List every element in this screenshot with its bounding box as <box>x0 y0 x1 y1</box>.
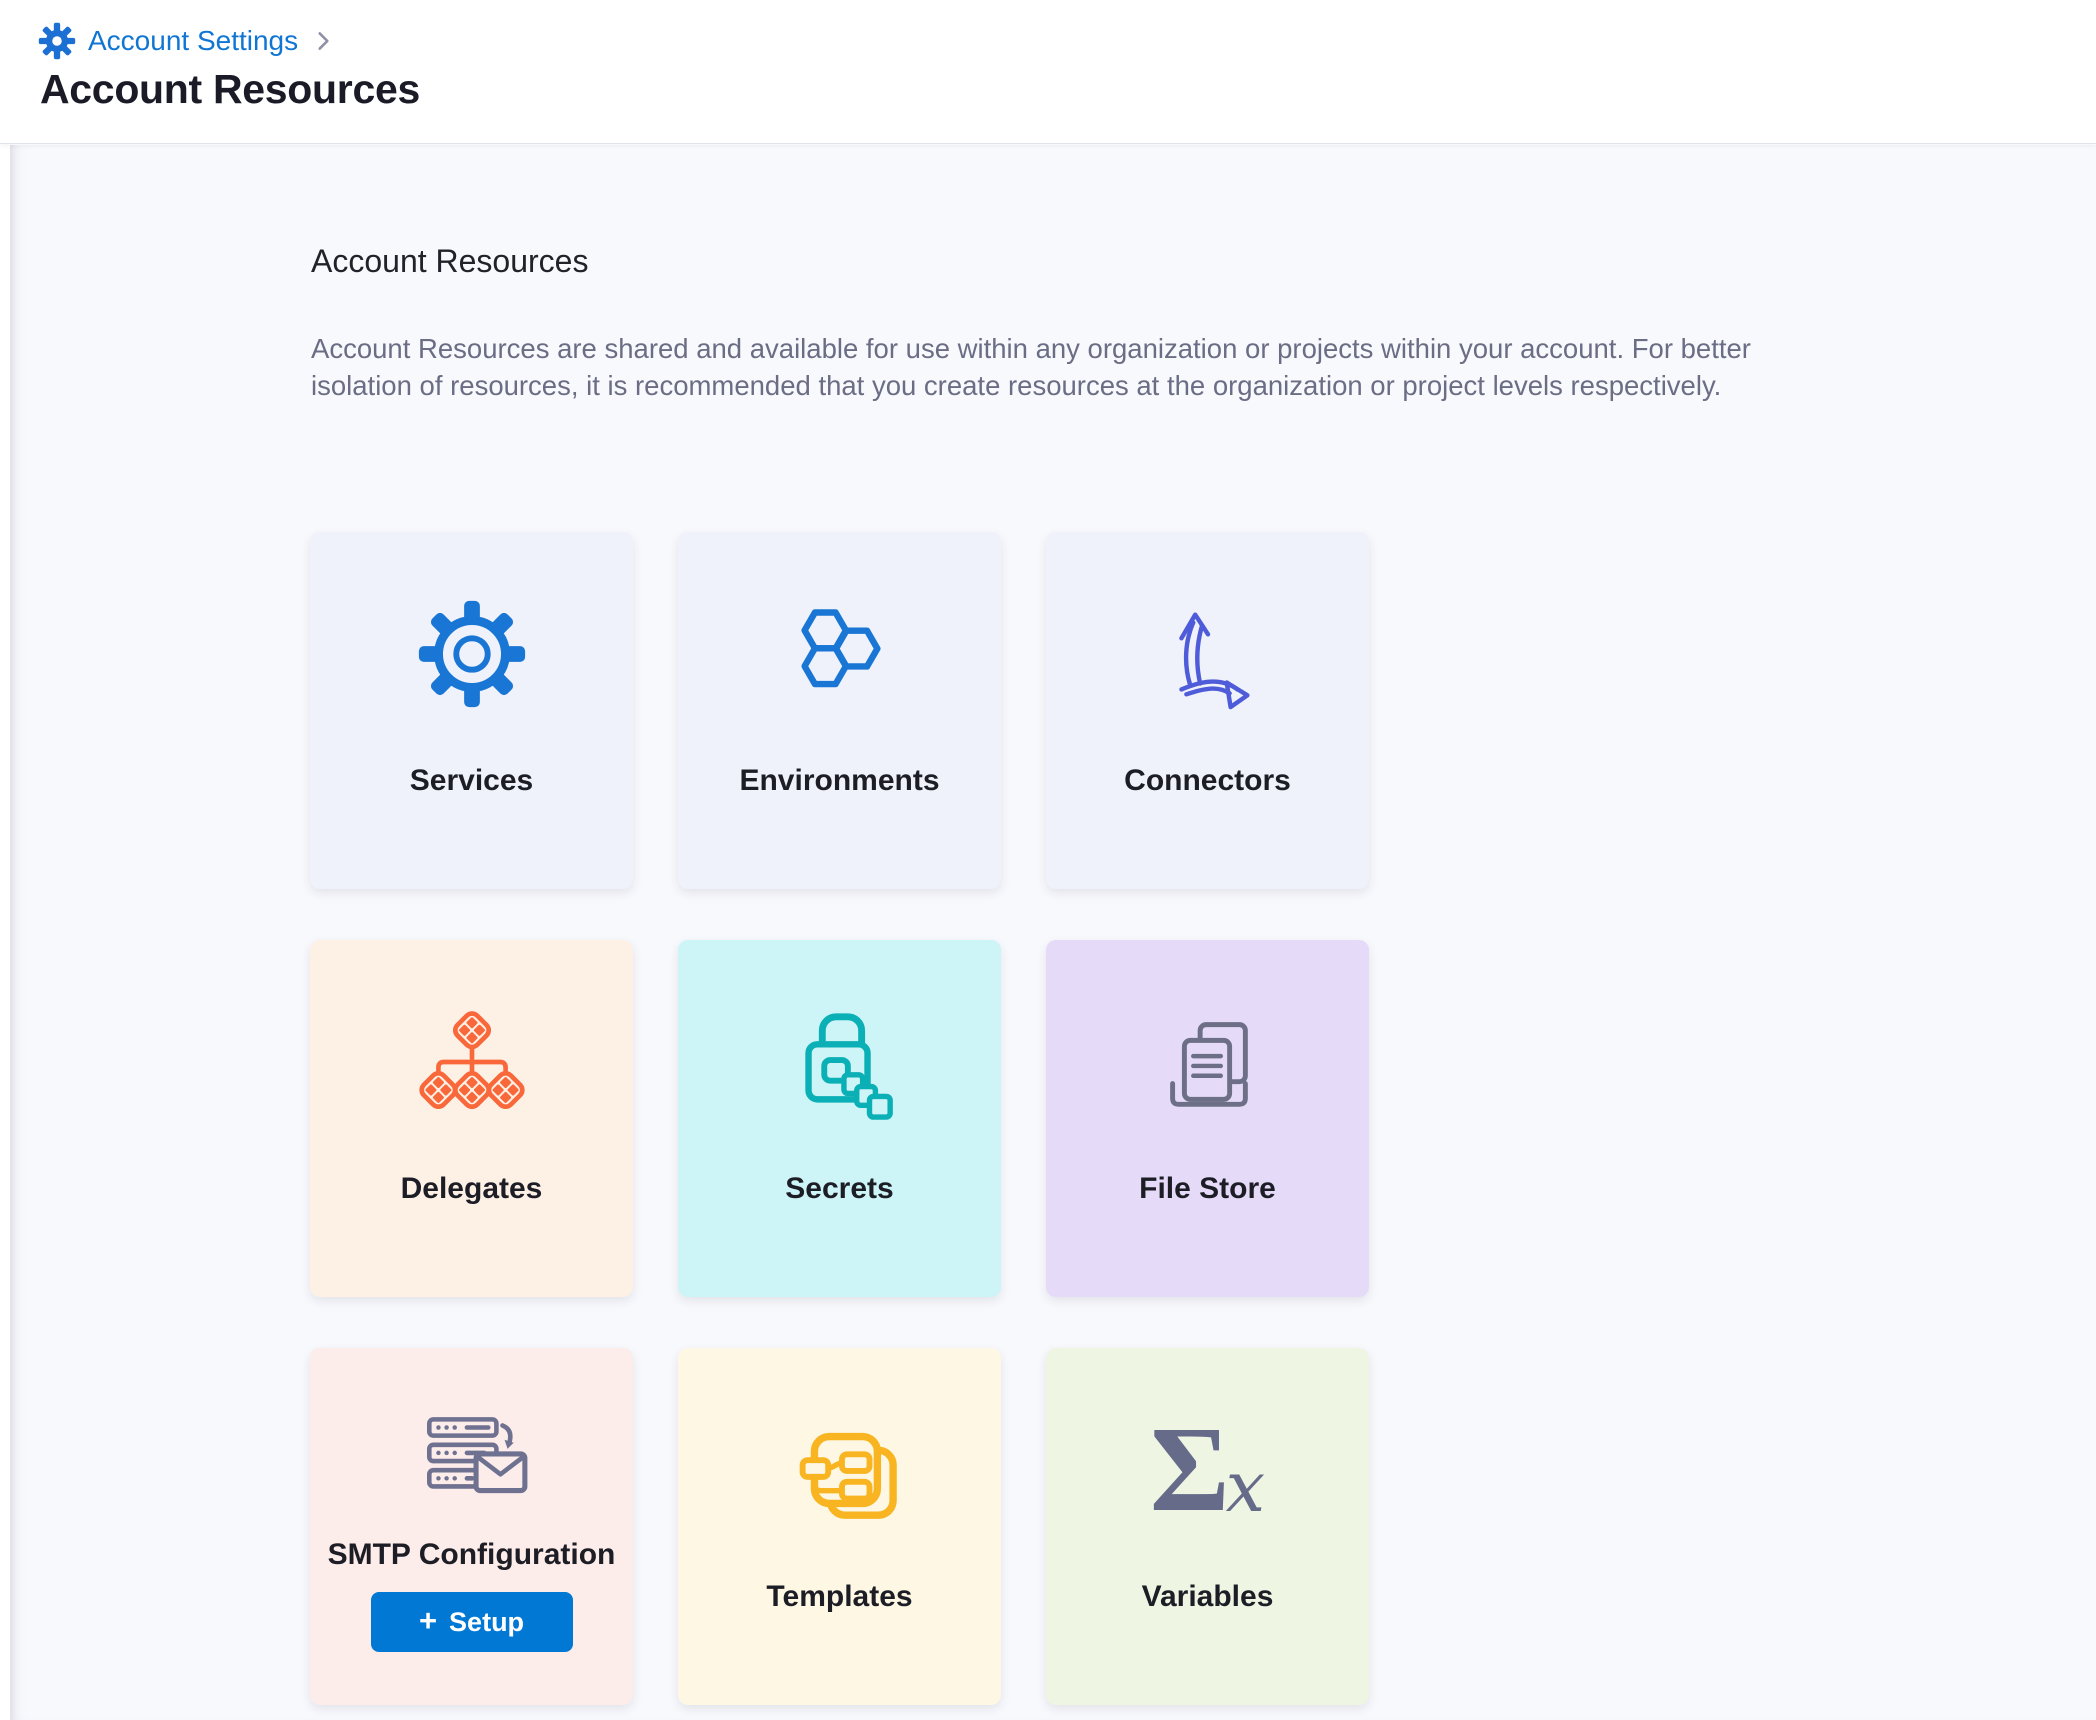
card-smtp-configuration[interactable]: SMTP Configuration + Setup <box>310 1348 633 1705</box>
page-header: Account Settings Account Resources <box>0 0 2096 144</box>
card-label: SMTP Configuration <box>328 1538 616 1572</box>
connectors-arrows-icon <box>1149 592 1267 716</box>
card-label: Services <box>410 764 533 798</box>
sigma-glyph: Σ <box>1150 1418 1230 1522</box>
card-label: Variables <box>1142 1580 1274 1614</box>
x-glyph: x <box>1226 1452 1265 1522</box>
breadcrumb: Account Settings <box>38 22 336 60</box>
card-label: Secrets <box>785 1172 893 1206</box>
section-heading: Account Resources <box>311 243 588 280</box>
card-label: Environments <box>739 764 939 798</box>
account-resources-page: Account Settings Account Resources Accou… <box>0 0 2096 1720</box>
main-content: Account Resources Account Resources are … <box>10 145 2096 1720</box>
card-secrets[interactable]: Secrets <box>678 940 1001 1297</box>
delegates-tree-icon <box>416 1000 528 1124</box>
account-settings-link[interactable]: Account Settings <box>88 25 298 57</box>
resources-grid: Services Environments <box>310 532 1369 1705</box>
templates-stack-icon <box>781 1408 899 1532</box>
card-templates[interactable]: Templates <box>678 1348 1001 1705</box>
setup-button[interactable]: + Setup <box>371 1592 573 1652</box>
file-store-documents-icon <box>1149 1000 1267 1124</box>
card-label: File Store <box>1139 1172 1276 1206</box>
card-label: Delegates <box>401 1172 543 1206</box>
card-label: Templates <box>766 1580 912 1614</box>
variables-sigma-icon: Σ x <box>1150 1408 1265 1532</box>
settings-gear-icon <box>38 22 76 60</box>
secrets-lock-icon <box>781 1000 899 1124</box>
environments-hexagons-icon <box>781 592 899 716</box>
card-connectors[interactable]: Connectors <box>1046 532 1369 889</box>
card-variables[interactable]: Σ x Variables <box>1046 1348 1369 1705</box>
services-gear-icon <box>413 592 531 716</box>
section-description: Account Resources are shared and availab… <box>311 331 1766 404</box>
chevron-right-icon <box>310 28 336 54</box>
plus-icon: + <box>419 1603 437 1639</box>
card-label: Connectors <box>1124 764 1291 798</box>
page-title: Account Resources <box>40 66 420 113</box>
setup-button-label: Setup <box>449 1607 524 1638</box>
card-file-store[interactable]: File Store <box>1046 940 1369 1297</box>
card-delegates[interactable]: Delegates <box>310 940 633 1297</box>
card-environments[interactable]: Environments <box>678 532 1001 889</box>
card-services[interactable]: Services <box>310 532 633 889</box>
smtp-server-mail-icon <box>411 1400 533 1516</box>
